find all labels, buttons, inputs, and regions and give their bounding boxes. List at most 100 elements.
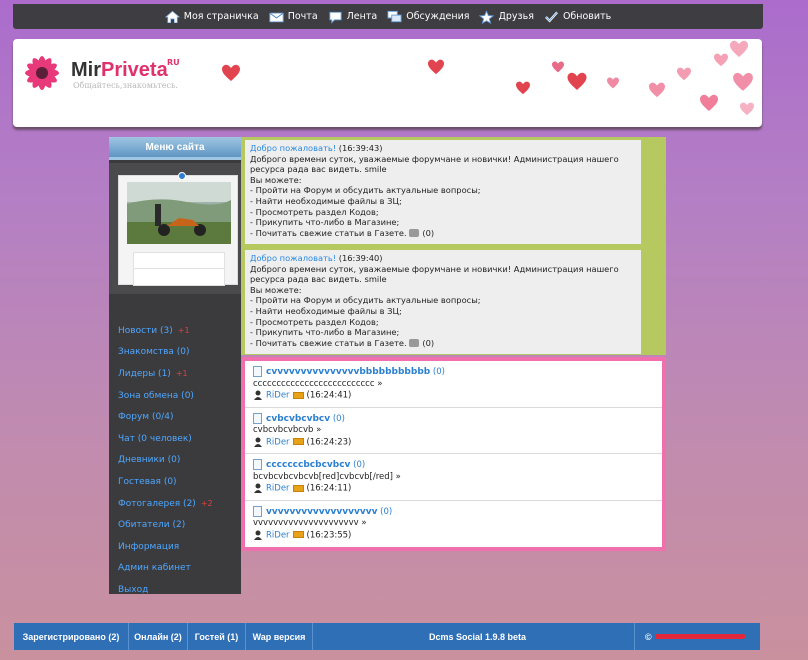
footer-wap-link[interactable]: Wap версия bbox=[246, 623, 313, 650]
sidebar-item-label: Информация bbox=[118, 541, 180, 552]
logo-name-part1: Mir bbox=[71, 59, 101, 81]
news-post-line: Вы можете: bbox=[250, 174, 302, 185]
sidebar-item-leaders[interactable]: Лидеры (1) +1 bbox=[118, 363, 213, 385]
news-post-line: - Пройти на Форум и обсудить актуальные … bbox=[250, 295, 481, 306]
forum-topic: vvvvvvvvvvvvvvvvvvv (0) vvvvvvvvvvvvvvvv… bbox=[245, 501, 662, 548]
sidebar-item-info[interactable]: Информация bbox=[118, 536, 213, 558]
author-link[interactable]: RiDer bbox=[266, 484, 290, 494]
avatar-photo[interactable] bbox=[127, 182, 231, 244]
topic-time: (16:24:23) bbox=[306, 437, 352, 447]
mail-icon bbox=[269, 10, 284, 24]
copyright-symbol: © bbox=[645, 631, 652, 642]
topic-title-link[interactable]: cvbcvbcvbcv bbox=[266, 414, 330, 424]
author-link[interactable]: RiDer bbox=[266, 437, 290, 447]
sidebar-item-photogallery[interactable]: Фотогалерея (2) +2 bbox=[118, 493, 213, 515]
sidebar-item-label: Лидеры (1) bbox=[118, 368, 171, 379]
author-link[interactable]: RiDer bbox=[266, 391, 290, 401]
topic-excerpt: vvvvvvvvvvvvvvvvvvvvv » bbox=[253, 518, 367, 528]
heart-decoration-icon bbox=[677, 67, 691, 81]
topic-time: (16:24:11) bbox=[306, 483, 352, 494]
nav-discussions[interactable]: Обсуждения bbox=[387, 10, 469, 24]
footer-registered-link[interactable]: Зарегистрировано (2) bbox=[14, 623, 129, 650]
new-badge: +1 bbox=[175, 369, 188, 379]
news-panel: Добро пожаловать! (16:39:43) Доброго вре… bbox=[241, 137, 666, 355]
document-icon bbox=[253, 412, 262, 424]
heart-decoration-icon bbox=[740, 102, 754, 116]
heart-decoration-icon bbox=[607, 77, 619, 89]
sidebar-item-exchange[interactable]: Зона обмена (0) bbox=[118, 385, 213, 407]
comment-icon[interactable] bbox=[409, 339, 420, 348]
rank-icon bbox=[292, 484, 304, 492]
sidebar-item-news[interactable]: Новости (3) +1 bbox=[118, 320, 213, 342]
topic-time: (16:24:41) bbox=[306, 390, 352, 401]
logo-slogan: Общайтесь,знакомьтесь. bbox=[73, 81, 178, 90]
avatar-area bbox=[109, 163, 241, 294]
comment-icon[interactable] bbox=[409, 229, 420, 238]
sidebar-item-label: Фотогалерея (2) bbox=[118, 498, 196, 509]
topic-title-link[interactable]: cvvvvvvvvvvvvvvvbbbbbbbbbbb bbox=[266, 367, 430, 377]
sidebar-item-guestbook[interactable]: Гостевая (0) bbox=[118, 471, 213, 493]
sidebar-item-logout[interactable]: Выход bbox=[118, 579, 213, 601]
sidebar-item-forum[interactable]: Форум (0/4) bbox=[118, 406, 213, 428]
document-icon bbox=[253, 459, 262, 470]
author-link[interactable]: RiDer bbox=[266, 530, 290, 540]
footer-bar: Зарегистрировано (2) Онлайн (2) Гостей (… bbox=[14, 623, 760, 650]
sidebar-item-admin[interactable]: Админ кабинет bbox=[118, 558, 213, 580]
topic-title-link[interactable]: vvvvvvvvvvvvvvvvvvv bbox=[266, 507, 377, 517]
logo-name-part2: Priveta bbox=[101, 59, 168, 81]
topic-title-link[interactable]: cccccccbcbcvbcv bbox=[266, 460, 350, 470]
sidebar-item-label: Форум (0/4) bbox=[118, 412, 174, 423]
document-icon bbox=[253, 366, 262, 377]
comment-count: (0) bbox=[422, 337, 435, 348]
logo-tld: RU bbox=[167, 58, 180, 67]
sidebar-item-dating[interactable]: Знакомства (0) bbox=[118, 342, 213, 364]
heart-decoration-icon bbox=[649, 82, 665, 98]
user-icon bbox=[254, 390, 262, 400]
nav-mail[interactable]: Почта bbox=[269, 10, 318, 24]
news-post-line: - Прикупить что-либо в Магазине; bbox=[250, 217, 400, 228]
news-post-line: - Почитать свежие статьи в Газете. bbox=[250, 337, 407, 348]
nav-friends[interactable]: Друзья bbox=[479, 9, 534, 24]
nav-friends-label: Друзья bbox=[498, 11, 534, 22]
sidebar-item-label: Выход bbox=[118, 584, 149, 595]
nav-refresh[interactable]: Обновить bbox=[544, 10, 611, 24]
news-post: Добро пожаловать! (16:39:40) Доброго вре… bbox=[245, 250, 641, 354]
nav-feed[interactable]: Лента bbox=[328, 10, 377, 24]
sidebar-item-label: Админ кабинет bbox=[118, 563, 191, 574]
user-icon bbox=[254, 530, 262, 540]
sidebar-item-chat[interactable]: Чат (0 человек) bbox=[118, 428, 213, 450]
news-post: Добро пожаловать! (16:39:43) Доброго вре… bbox=[245, 140, 641, 244]
news-post-title-link[interactable]: Добро пожаловать! bbox=[250, 253, 336, 263]
comment-count: (0) bbox=[422, 227, 435, 238]
sidebar-item-diaries[interactable]: Дневники (0) bbox=[118, 450, 213, 472]
site-header: MirPriveta RU Общайтесь,знакомьтесь. bbox=[13, 39, 762, 127]
footer-online-link[interactable]: Онлайн (2) bbox=[129, 623, 188, 650]
news-post-line: - Просмотреть раздел Кодов; bbox=[250, 316, 379, 327]
news-post-line: - Найти необходимые файлы в ЗЦ; bbox=[250, 305, 402, 316]
nav-my-page[interactable]: Моя страничка bbox=[164, 10, 259, 24]
heart-decoration-icon bbox=[733, 72, 753, 91]
heart-decoration-icon bbox=[700, 94, 718, 111]
news-post-line: Вы можете: bbox=[250, 284, 302, 295]
news-post-time: (16:39:43) bbox=[338, 143, 383, 153]
topic-time: (16:23:55) bbox=[306, 530, 352, 540]
redacted-mark bbox=[654, 634, 745, 639]
footer-version: Dcms Social 1.9.8 beta bbox=[429, 631, 527, 642]
footer-guests-link[interactable]: Гостей (1) bbox=[188, 623, 246, 650]
nav-mail-label: Почта bbox=[287, 11, 318, 22]
site-logo-text[interactable]: MirPriveta bbox=[71, 59, 168, 82]
forum-topics-panel: cvvvvvvvvvvvvvvvbbbbbbbbbbb (0) cccccccc… bbox=[241, 357, 666, 551]
sidebar-item-label: Обитатели (2) bbox=[118, 520, 186, 531]
sidebar-item-residents[interactable]: Обитатели (2) bbox=[118, 514, 213, 536]
news-post-title-link[interactable]: Добро пожаловать! bbox=[250, 143, 336, 153]
forum-topic: cccccccbcbcvbcv (0) bcvbcvbcvbcvb[red]cv… bbox=[245, 454, 662, 501]
user-icon bbox=[254, 483, 262, 493]
heart-decoration-icon bbox=[714, 53, 728, 67]
news-post-line: - Почитать свежие статьи в Газете. bbox=[250, 227, 407, 238]
topic-count: (0) bbox=[332, 413, 345, 424]
news-post-line: - Пройти на Форум и обсудить актуальные … bbox=[250, 185, 481, 196]
topic-excerpt: cvbcvbcvbcvb » bbox=[253, 425, 322, 435]
flower-logo-icon[interactable] bbox=[19, 50, 65, 96]
heart-decoration-icon bbox=[552, 61, 564, 73]
forum-topic: cvvvvvvvvvvvvvvvbbbbbbbbbbb (0) cccccccc… bbox=[245, 361, 662, 408]
